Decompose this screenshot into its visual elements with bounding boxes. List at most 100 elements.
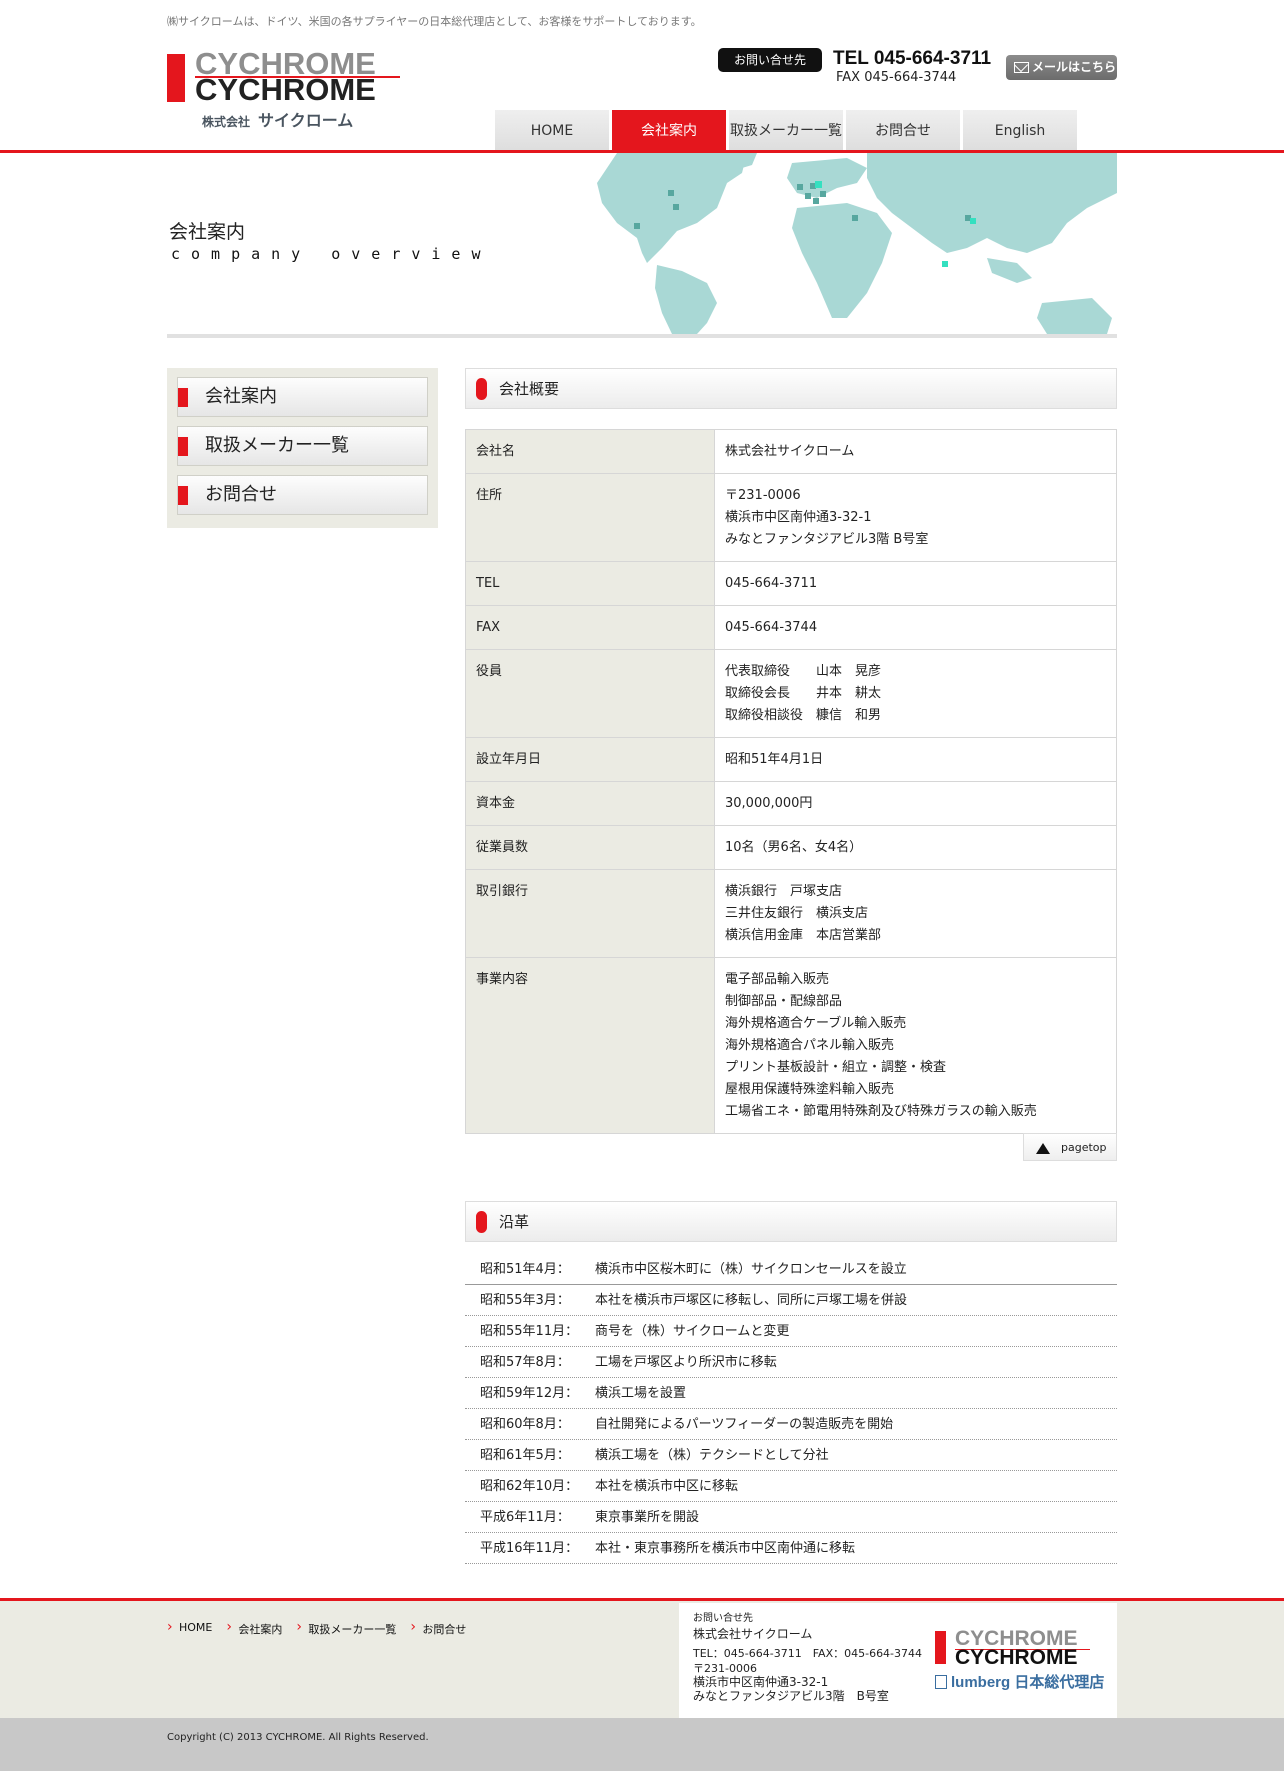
row-value: 〒231-0006 横浜市中区南仲通3-32-1 みなとファンタジアビル3階 B号室 [714, 473, 1117, 562]
history-date: 昭和55年11月： [480, 1324, 579, 1339]
nav-item[interactable]: 会社案内 [612, 110, 726, 150]
overview-heading: 会社概要 [465, 368, 1117, 409]
footer-contact-box: お問い合せ先 株式会社サイクローム TEL：045-664-3711 FAX：0… [679, 1603, 1117, 1718]
copyright-bar: Copyright (C) 2013 CYCHROME. All Rights … [0, 1718, 1284, 1771]
company-overview-table: 会社名 株式会社サイクローム 住所 〒231-0006 横浜市中区南仲通3-32-1 みな… [465, 429, 1117, 1134]
row-value: 横浜銀行 戸塚支店 三井住友銀行 横浜支店 横浜信用金庫 本店営業部 [714, 869, 1117, 958]
history-row: 昭和57年8月： 工場を戸塚区より所沢市に移転 [465, 1347, 1117, 1378]
table-row: 設立年月日 昭和51年4月1日 [465, 737, 1117, 782]
value-line: 10名（男6名、女4名） [725, 840, 863, 855]
row-label: 取引銀行 [465, 869, 715, 958]
footer-logo: CYCHROME CYCHROME lumberg 日本総代理店 [935, 1627, 1110, 1701]
sidebar-item[interactable]: 取扱メーカー一覧 [177, 426, 428, 466]
history-row: 昭和51年4月： 横浜市中区桜木町に（株）サイクロンセールスを設立 [465, 1254, 1117, 1285]
copyright-text: Copyright (C) 2013 CYCHROME. All Rights … [167, 1732, 429, 1743]
sidebar-item[interactable]: 会社案内 [177, 377, 428, 417]
table-row: TEL 045-664-3711 [465, 561, 1117, 606]
value-line: 代表取締役 山本 晃彦 [725, 664, 882, 679]
value-line: 海外規格適合パネル輸入販売 [725, 1038, 895, 1053]
global-nav: HOME 会社案内 取扱メーカー一覧 お問合せ English [495, 110, 1080, 150]
row-value: 045-664-3711 [714, 561, 1117, 606]
row-label: TEL [465, 561, 715, 606]
value-line: 屋根用保護特殊塗料輸入販売 [725, 1082, 895, 1097]
contact-label: お問い合せ先 [718, 48, 822, 72]
history-date: 昭和55年3月： [480, 1293, 570, 1308]
row-value: 電子部品輸入販売 制御部品・配線部品 海外規格適合ケーブル輸入販売 海外規格適合パネル… [714, 957, 1117, 1134]
logo-red-bar [167, 54, 185, 102]
value-line: 株式会社サイクローム [725, 444, 855, 459]
footer-telfax: TEL：045-664-3711 FAX：045-664-3744 [693, 1647, 923, 1660]
sidebar-menu: 会社案内取扱メーカー一覧 お問合せ [167, 368, 438, 528]
value-line: 昭和51年4月1日 [725, 752, 824, 767]
row-value: 昭和51年4月1日 [714, 737, 1117, 782]
history-date: 昭和59年12月： [480, 1386, 579, 1401]
row-label: 従業員数 [465, 825, 715, 870]
envelope-icon [1014, 62, 1029, 73]
value-line: 電子部品輸入販売 [725, 972, 830, 987]
footer-address-2: みなとファンタジアビル3階 B号室 [693, 1689, 889, 1703]
history-date: 平成16年11月： [480, 1541, 579, 1556]
row-label: 役員 [465, 649, 715, 738]
history-text: 横浜工場を（株）テクシードとして分社 [595, 1448, 829, 1463]
nav-item[interactable]: English [963, 110, 1077, 150]
footer-link[interactable]: 取扱メーカー一覧 [296, 1619, 396, 1637]
row-value: 10名（男6名、女4名） [714, 825, 1117, 870]
table-row: 従業員数 10名（男6名、女4名） [465, 825, 1117, 870]
row-label: 設立年月日 [465, 737, 715, 782]
value-line: 海外規格適合ケーブル輸入販売 [725, 1016, 907, 1031]
history-row: 昭和55年3月： 本社を横浜市戸塚区に移転し、同所に戸塚工場を併設 [465, 1285, 1117, 1316]
history-row: 昭和61年5月： 横浜工場を（株）テクシードとして分社 [465, 1440, 1117, 1471]
history-heading: 沿革 [465, 1201, 1117, 1242]
history-text: 東京事業所を開設 [595, 1510, 700, 1525]
history-text: 横浜工場を設置 [595, 1386, 687, 1401]
value-line: 横浜信用金庫 本店営業部 [725, 928, 882, 943]
header-fax: FAX 045-664-3744 [836, 70, 957, 85]
row-label: 会社名 [465, 429, 715, 474]
history-row: 昭和55年11月： 商号を（株）サイクロームと変更 [465, 1316, 1117, 1347]
row-label: 資本金 [465, 781, 715, 826]
sidebar-item[interactable]: お問合せ [177, 475, 428, 515]
value-line: 工場省エネ・節電用特殊剤及び特殊ガラスの輸入販売 [725, 1104, 1037, 1119]
footer: HOME 会社案内取扱メーカー一覧お問合せ お問い合せ先 株式会社サイクローム T… [0, 1601, 1284, 1718]
footer-link[interactable]: 会社案内 [226, 1619, 282, 1637]
hero-bottom-rule [167, 334, 1117, 338]
row-label: 事業内容 [465, 957, 715, 1134]
history-row: 昭和62年10月： 本社を横浜市中区に移転 [465, 1471, 1117, 1502]
history-text: 自社開発によるパーツフィーダーの製造販売を開始 [595, 1417, 894, 1432]
site-logo[interactable]: CYCHROME CYCHROME 株式会社 サイクローム [167, 46, 417, 135]
value-line: 045-664-3711 [725, 576, 818, 591]
sidebar-marker [178, 486, 188, 505]
value-line: 取締役相談役 糠信 和男 [725, 708, 882, 723]
hero-title: 会社案内 [169, 221, 246, 243]
value-line: みなとファンタジアビル3階 B号室 [725, 532, 929, 547]
history-date: 昭和51年4月： [480, 1262, 570, 1277]
hero-subtitle: company overview [171, 245, 492, 263]
history-date: 平成6年11月： [480, 1510, 570, 1525]
table-row: 資本金 30,000,000円 [465, 781, 1117, 826]
lumberg-label: lumberg 日本総代理店 [935, 1671, 1104, 1692]
hero-banner: 会社案内 company overview [167, 153, 1117, 338]
value-line: プリント基板設計・組立・調整・検査 [725, 1060, 947, 1075]
table-row: 役員 代表取締役 山本 晃彦 取締役会長 井本 耕太 取締役相談役 糠信 和男 [465, 649, 1117, 738]
logo-japanese: 株式会社 サイクローム [202, 111, 354, 130]
history-text: 本社を横浜市戸塚区に移転し、同所に戸塚工場を併設 [595, 1293, 908, 1308]
value-line: 〒231-0006 [725, 488, 801, 503]
mail-button[interactable]: メールはこちら [1006, 55, 1117, 80]
nav-item[interactable]: 取扱メーカー一覧 [729, 110, 843, 150]
history-date: 昭和61年5月： [480, 1448, 570, 1463]
footer-link[interactable]: HOME [167, 1619, 212, 1637]
history-date: 昭和60年8月： [480, 1417, 570, 1432]
table-row: 住所 〒231-0006 横浜市中区南仲通3-32-1 みなとファンタジアビル3階 B… [465, 473, 1117, 562]
table-row: FAX 045-664-3744 [465, 605, 1117, 650]
nav-item[interactable]: HOME [495, 110, 609, 150]
nav-item[interactable]: お問合せ [846, 110, 960, 150]
footer-link[interactable]: お問合せ [410, 1619, 466, 1637]
table-row: 取引銀行 横浜銀行 戸塚支店 三井住友銀行 横浜支店 横浜信用金庫 本店営業部 [465, 869, 1117, 958]
history-date: 昭和62年10月： [480, 1479, 579, 1494]
row-label: 住所 [465, 473, 715, 562]
footer-contact-label: お問い合せ先 [693, 1613, 753, 1624]
pagetop-button[interactable]: pagetop [1023, 1133, 1117, 1161]
row-value: 代表取締役 山本 晃彦 取締役会長 井本 耕太 取締役相談役 糠信 和男 [714, 649, 1117, 738]
value-line: 取締役会長 井本 耕太 [725, 686, 882, 701]
header-tagline: ㈱サイクロームは、ドイツ、米国の各サプライヤーの日本総代理店として、お客様をサポ… [167, 15, 702, 28]
